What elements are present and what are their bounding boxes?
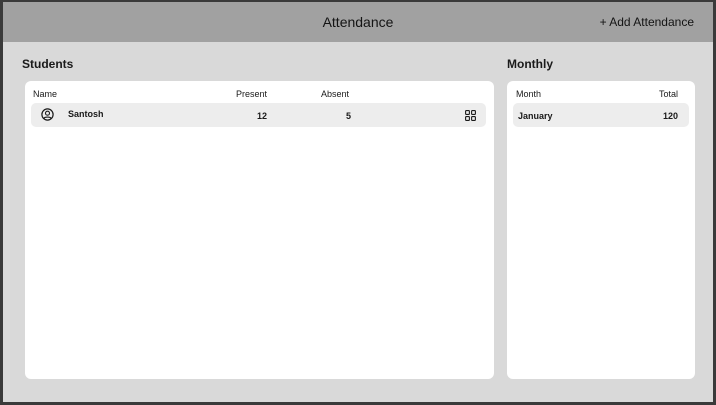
grid-icon[interactable] bbox=[465, 110, 476, 121]
header-bar: Attendance + Add Attendance bbox=[3, 2, 713, 42]
present-count: 12 bbox=[256, 111, 267, 121]
students-panel: Name Present Absent Santosh 12 5 bbox=[25, 81, 494, 379]
add-attendance-button[interactable]: + Add Attendance bbox=[600, 2, 694, 42]
table-row[interactable]: Santosh 12 5 bbox=[31, 103, 486, 127]
month-total: 120 bbox=[662, 111, 678, 121]
user-circle-icon bbox=[41, 108, 54, 121]
monthly-panel: Month Total January 120 bbox=[507, 81, 695, 379]
app-window: Attendance + Add Attendance Students Nam… bbox=[3, 2, 713, 402]
month-name: January bbox=[518, 111, 553, 121]
column-header-month: Month bbox=[516, 89, 542, 99]
student-name: Santosh bbox=[68, 109, 104, 119]
table-row[interactable]: January 120 bbox=[513, 103, 689, 127]
column-header-present: Present bbox=[236, 89, 268, 99]
students-section-title: Students bbox=[22, 57, 74, 71]
column-header-name: Name bbox=[33, 89, 58, 99]
absent-count: 5 bbox=[345, 111, 351, 121]
monthly-section-title: Monthly bbox=[507, 57, 553, 71]
column-header-absent: Absent bbox=[321, 89, 350, 99]
column-header-total: Total bbox=[658, 89, 678, 99]
